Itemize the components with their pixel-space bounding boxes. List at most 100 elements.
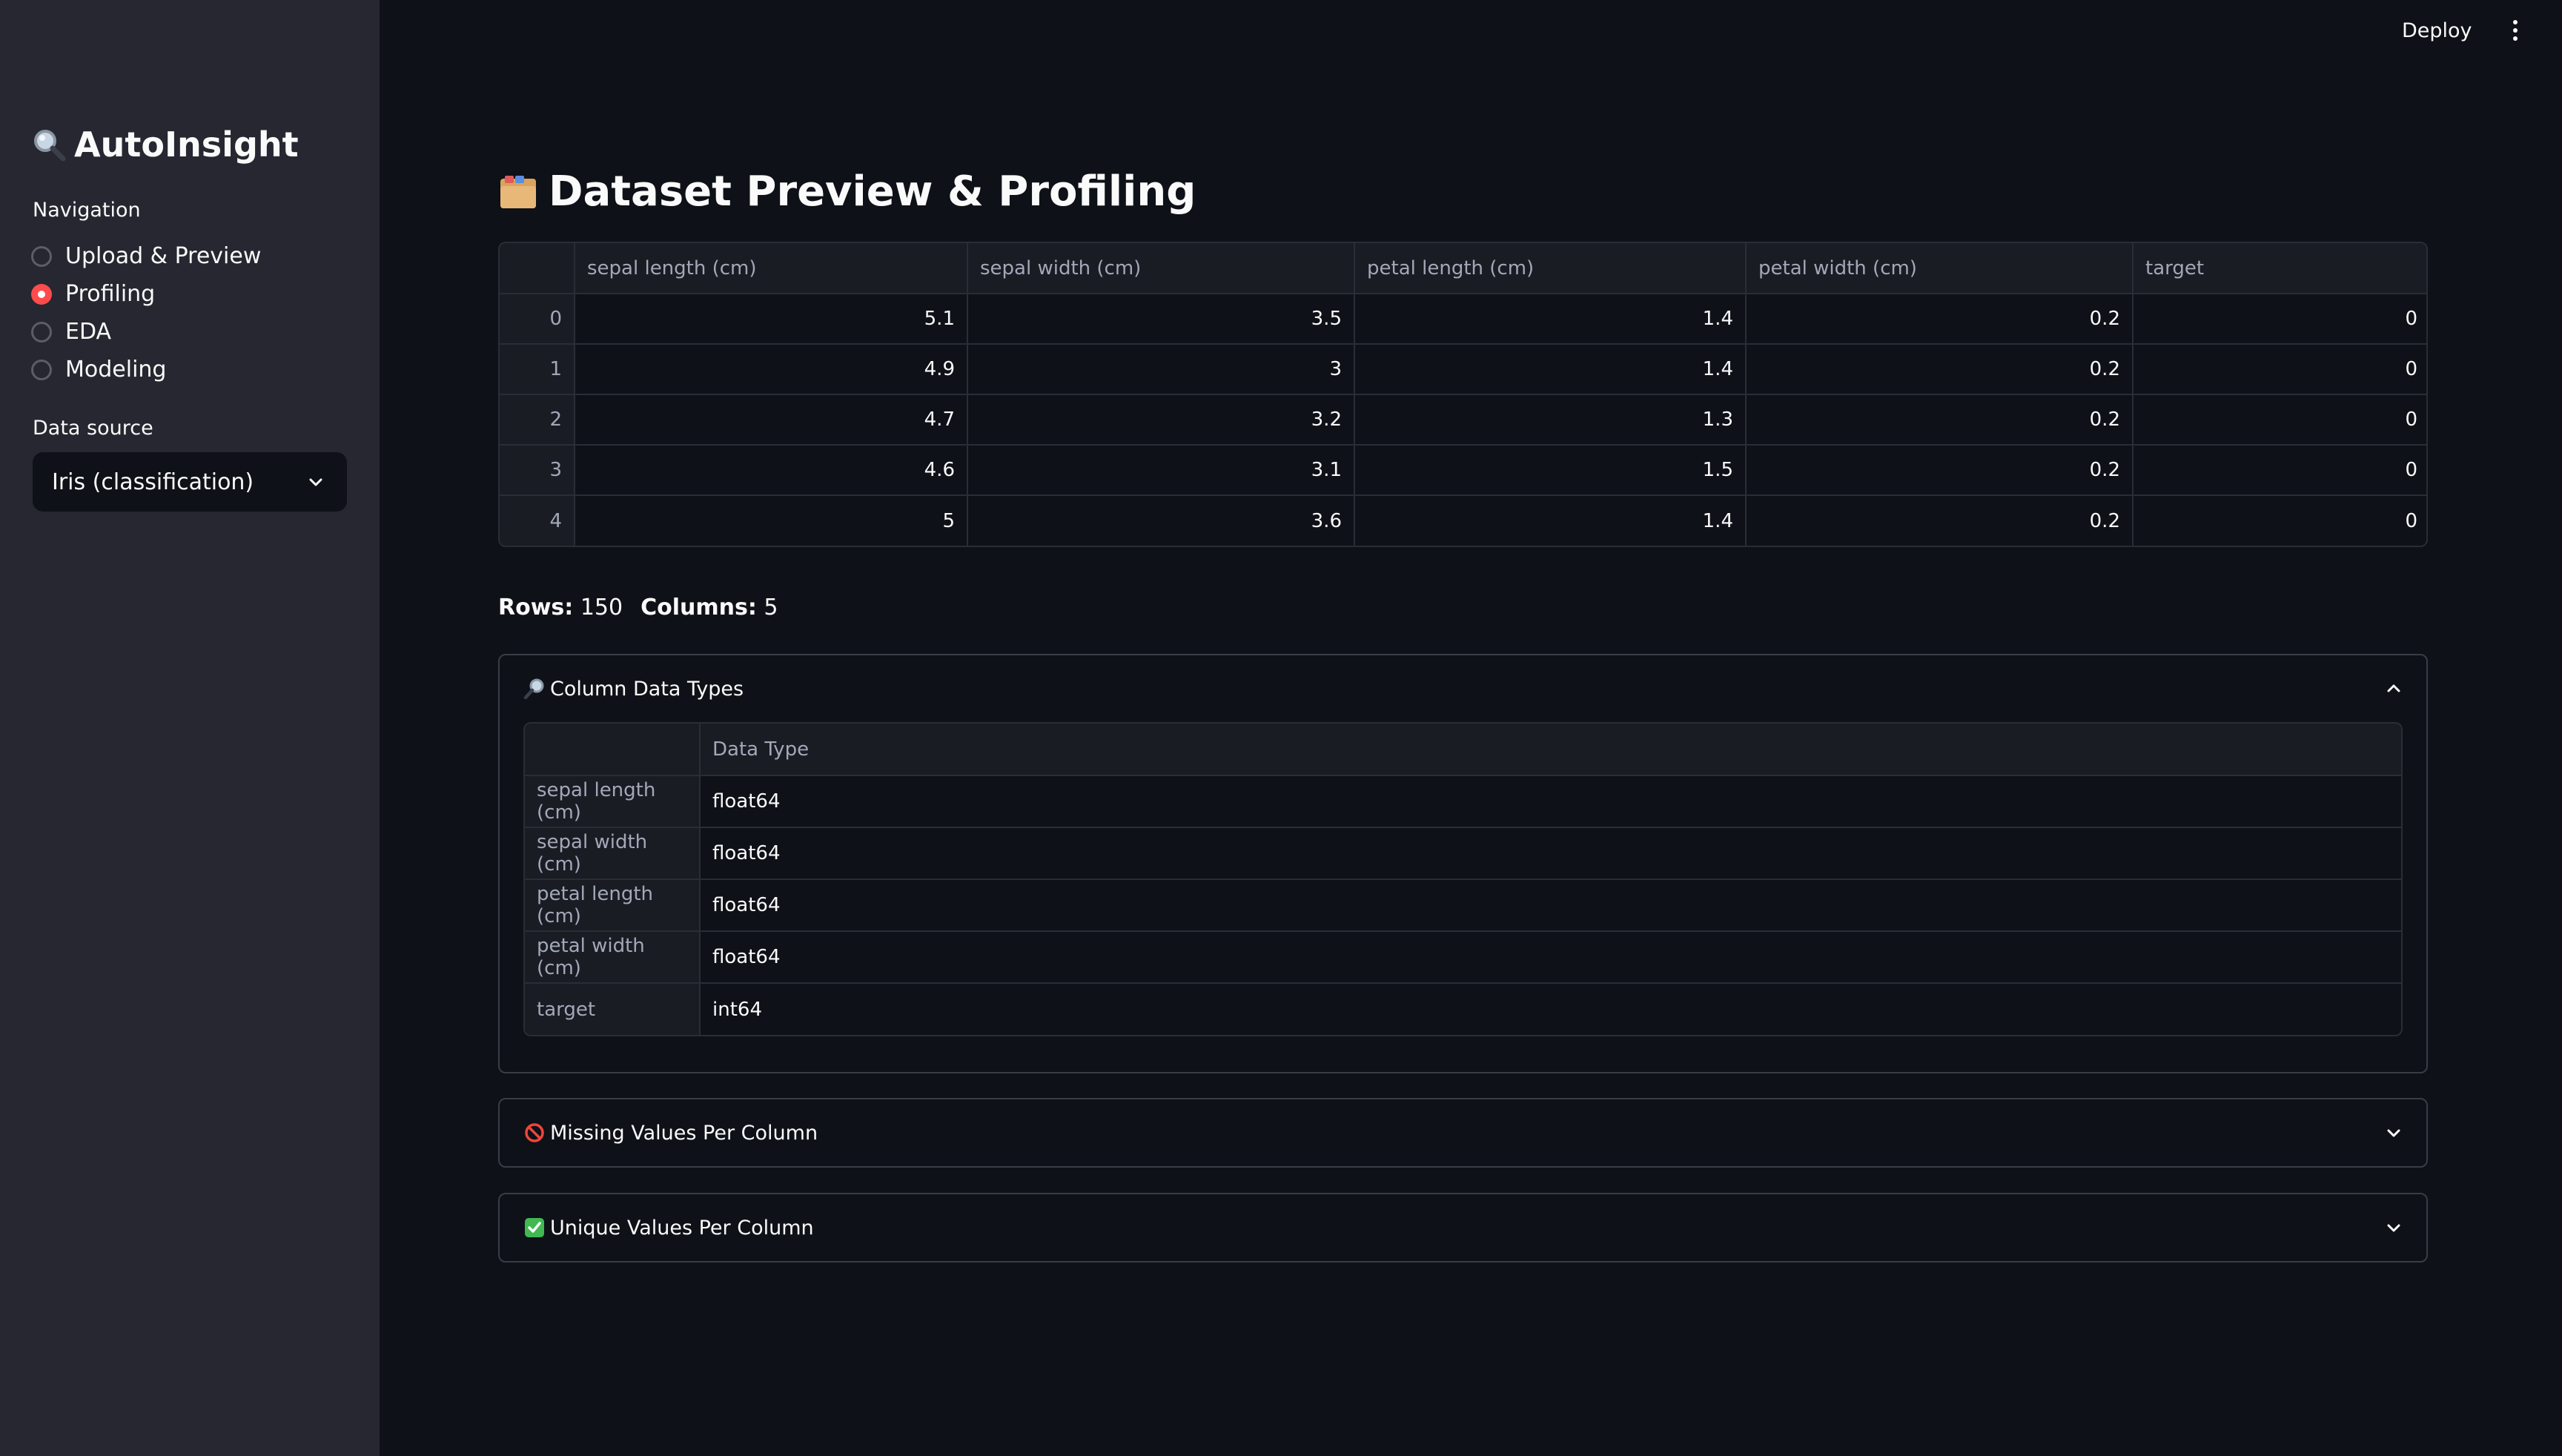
table-row: 2 4.7 3.2 1.3 0.2 0 (500, 394, 2426, 446)
row-index: 1 (500, 344, 575, 395)
column-header[interactable]: sepal length (cm) (575, 243, 968, 294)
table-cell[interactable]: 1.3 (1354, 394, 1747, 446)
row-index: petal width (cm) (525, 931, 701, 984)
unique-values-expander-header[interactable]: Unique Values Per Column (500, 1194, 2426, 1261)
row-index: 3 (500, 445, 575, 496)
missing-values-expander-header[interactable]: Missing Values Per Column (500, 1099, 2426, 1166)
columns-label: Columns: (640, 595, 757, 621)
expander-title-text: Unique Values Per Column (550, 1216, 814, 1240)
expander-title: Column Data Types (523, 678, 744, 701)
unique-values-expander: Unique Values Per Column (498, 1193, 2428, 1263)
table-cell[interactable]: float64 (700, 879, 2401, 932)
table-cell[interactable]: 0.2 (1746, 445, 2134, 496)
table-row: sepal length (cm) float64 (525, 775, 2401, 828)
table-cell[interactable]: 1.4 (1354, 294, 1747, 345)
missing-values-expander: Missing Values Per Column (498, 1098, 2428, 1168)
table-cell[interactable]: 3.2 (967, 394, 1355, 446)
radio-circle[interactable] (31, 321, 52, 343)
table-cell[interactable]: 0 (2133, 294, 2426, 345)
expander-title: Missing Values Per Column (523, 1122, 818, 1145)
table-cell[interactable]: 0.2 (1746, 344, 2134, 395)
table-cell[interactable]: 0.2 (1746, 394, 2134, 446)
table-cell[interactable]: 0.2 (1746, 495, 2134, 546)
navigation-radio-group: Upload & Preview Profiling EDA Modeling (31, 237, 261, 388)
table-row: 0 5.1 3.5 1.4 0.2 0 (500, 294, 2426, 345)
column-header[interactable]: target (2133, 243, 2426, 294)
kebab-menu-icon[interactable] (2504, 15, 2526, 46)
table-row: sepal width (cm) float64 (525, 827, 2401, 880)
nav-radio-upload-preview[interactable]: Upload & Preview (31, 237, 261, 275)
radio-circle[interactable] (31, 245, 52, 267)
dtypes-expander: Column Data Types Data Type sepal length… (498, 654, 2428, 1073)
expander-title-text: Missing Values Per Column (550, 1121, 818, 1145)
table-cell[interactable]: 1.5 (1354, 445, 1747, 496)
index-header (500, 243, 575, 294)
dataset-stats: Rows: 150 Columns: 5 (498, 595, 778, 621)
expander-title: Unique Values Per Column (523, 1217, 814, 1240)
table-cell[interactable]: int64 (700, 983, 2401, 1035)
magnifying-glass-tilted-right-icon (523, 678, 546, 700)
rows-label: Rows: (498, 595, 574, 621)
chevron-down-icon (2383, 1122, 2404, 1143)
row-index: target (525, 983, 701, 1035)
magnifying-glass-icon (31, 127, 67, 162)
column-header[interactable]: petal length (cm) (1354, 243, 1747, 294)
sidebar: AutoInsight Navigation Upload & Preview … (0, 0, 380, 1456)
table-row: petal width (cm) float64 (525, 931, 2401, 984)
table-cell[interactable]: 0 (2133, 394, 2426, 446)
table-cell[interactable]: 0.2 (1746, 294, 2134, 345)
table-cell[interactable]: float64 (700, 931, 2401, 984)
table-cell[interactable]: 5.1 (575, 294, 968, 345)
table-header-row: Data Type (525, 724, 2401, 776)
table-cell[interactable]: 3 (967, 344, 1355, 395)
table-cell[interactable]: float64 (700, 775, 2401, 828)
table-cell[interactable]: 1.4 (1354, 344, 1747, 395)
table-row: target int64 (525, 983, 2401, 1035)
data-source-select[interactable]: Iris (classification) (33, 452, 347, 512)
nav-radio-modeling[interactable]: Modeling (31, 351, 261, 388)
table-cell[interactable]: 0 (2133, 495, 2426, 546)
page-title-text: Dataset Preview & Profiling (549, 168, 1196, 216)
page-title: Dataset Preview & Profiling (498, 168, 1196, 216)
radio-circle-selected[interactable] (31, 283, 52, 305)
table-cell[interactable]: 0 (2133, 344, 2426, 395)
row-index: sepal length (cm) (525, 775, 701, 828)
rows-stat: Rows: 150 (498, 595, 623, 621)
nav-radio-label: Profiling (65, 281, 156, 307)
app-title-text: AutoInsight (74, 125, 299, 165)
chevron-down-icon (305, 471, 326, 492)
table-cell[interactable]: 4.7 (575, 394, 968, 446)
table-header-row: sepal length (cm) sepal width (cm) petal… (500, 243, 2426, 294)
deploy-button[interactable]: Deploy (2402, 13, 2472, 47)
table-cell[interactable]: 4.6 (575, 445, 968, 496)
column-header[interactable]: sepal width (cm) (967, 243, 1355, 294)
column-header[interactable]: Data Type (700, 724, 2401, 776)
table-cell[interactable]: 4.9 (575, 344, 968, 395)
column-header[interactable]: petal width (cm) (1746, 243, 2134, 294)
table-cell[interactable]: 3.1 (967, 445, 1355, 496)
table-cell[interactable]: 0 (2133, 445, 2426, 496)
columns-value: 5 (764, 595, 778, 621)
row-index: petal length (cm) (525, 879, 701, 932)
expander-title-text: Column Data Types (550, 677, 744, 701)
row-index: 0 (500, 294, 575, 345)
data-source-value: Iris (classification) (52, 469, 254, 495)
table-cell[interactable]: 5 (575, 495, 968, 546)
nav-radio-profiling[interactable]: Profiling (31, 275, 261, 313)
dtypes-dataframe[interactable]: Data Type sepal length (cm) float64 sepa… (523, 722, 2403, 1036)
preview-dataframe[interactable]: sepal length (cm) sepal width (cm) petal… (498, 242, 2428, 547)
dtypes-expander-header[interactable]: Column Data Types (500, 655, 2426, 722)
row-index: sepal width (cm) (525, 827, 701, 880)
table-cell[interactable]: 1.4 (1354, 495, 1747, 546)
nav-radio-eda[interactable]: EDA (31, 313, 261, 351)
table-cell[interactable]: 3.6 (967, 495, 1355, 546)
rows-value: 150 (580, 595, 623, 621)
nav-radio-label: EDA (65, 319, 112, 345)
columns-stat: Columns: 5 (640, 595, 778, 621)
chevron-up-icon (2383, 678, 2404, 699)
table-cell[interactable]: float64 (700, 827, 2401, 880)
table-cell[interactable]: 3.5 (967, 294, 1355, 345)
radio-circle[interactable] (31, 359, 52, 380)
app-title: AutoInsight (31, 125, 299, 165)
table-row: 3 4.6 3.1 1.5 0.2 0 (500, 445, 2426, 496)
